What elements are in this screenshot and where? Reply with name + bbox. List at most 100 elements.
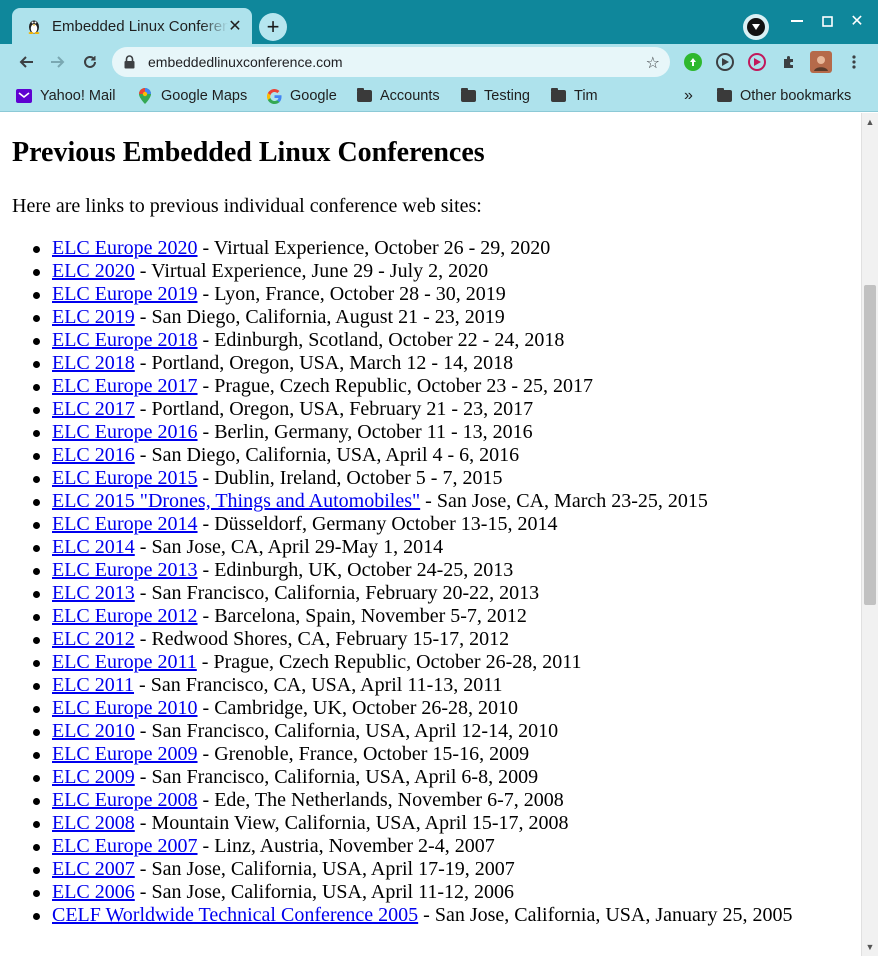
conference-details: - Redwood Shores, CA, February 15-17, 20… [134,628,510,650]
conference-details: - San Diego, California, USA, April 4 - … [134,444,520,466]
scroll-up-arrow-icon[interactable]: ▲ [862,115,878,129]
address-bar[interactable]: embeddedlinuxconference.com ☆ [112,47,670,77]
conference-link[interactable]: ELC Europe 2019 [52,283,198,305]
conference-link[interactable]: ELC Europe 2017 [52,375,198,397]
minimize-icon[interactable] [786,10,808,32]
list-item: ELC Europe 2008 - Ede, The Netherlands, … [33,789,793,812]
conference-details: - Virtual Experience, October 26 - 29, 2… [197,237,551,259]
bookmark-folder-accounts[interactable]: Accounts [356,86,440,106]
conference-link[interactable]: ELC 2011 [52,674,134,696]
list-item: ELC 2008 - Mountain View, California, US… [33,812,793,835]
scrollbar-thumb[interactable] [864,285,876,605]
conference-link[interactable]: ELC 2012 [52,628,135,650]
conference-details: - San Jose, California, USA, January 25,… [418,904,793,926]
forward-button[interactable] [44,48,72,76]
maximize-icon[interactable] [816,10,838,32]
conference-link[interactable]: ELC 2017 [52,398,135,420]
list-item: ELC Europe 2015 - Dublin, Ireland, Octob… [33,467,793,490]
other-bookmarks-folder[interactable]: Other bookmarks [716,86,851,106]
bookmark-label: Yahoo! Mail [40,88,116,104]
list-item: ELC Europe 2007 - Linz, Austria, Novembe… [33,835,793,858]
conference-link[interactable]: ELC 2016 [52,444,135,466]
tab-close-icon[interactable]: ✕ [226,17,244,35]
conference-link[interactable]: ELC 2019 [52,306,135,328]
tux-penguin-icon [26,18,42,34]
list-item: ELC 2020 - Virtual Experience, June 29 -… [33,260,793,283]
extension-green-icon[interactable] [684,53,702,71]
new-tab-button[interactable]: + [259,13,287,41]
vertical-scrollbar[interactable]: ▲ ▼ [861,113,878,956]
conference-link[interactable]: ELC Europe 2010 [52,697,198,719]
conference-link[interactable]: ELC Europe 2011 [52,651,197,673]
tab-title: Embedded Linux Conference [52,17,228,35]
play-extension-icon[interactable] [716,53,734,71]
conference-link[interactable]: ELC Europe 2007 [52,835,198,857]
conference-details: - San Jose, California, USA, April 17-19… [134,858,515,880]
list-item: ELC Europe 2019 - Lyon, France, October … [33,283,793,306]
conference-link[interactable]: ELC 2018 [52,352,135,374]
bookmark-label: Other bookmarks [740,88,852,104]
conference-link[interactable]: ELC Europe 2014 [52,513,198,535]
conference-link[interactable]: CELF Worldwide Technical Conference 2005 [52,904,418,926]
conference-details: - Portland, Oregon, USA, March 12 - 14, … [134,352,514,374]
active-tab[interactable]: Embedded Linux Conference ✕ [12,8,252,44]
conference-link[interactable]: ELC 2007 [52,858,135,880]
conference-details: - Mountain View, California, USA, April … [134,812,569,834]
reload-button[interactable] [76,48,104,76]
list-item: ELC Europe 2020 - Virtual Experience, Oc… [33,237,793,260]
conference-link[interactable]: ELC Europe 2016 [52,421,198,443]
conference-link[interactable]: ELC 2008 [52,812,135,834]
intro-text: Here are links to previous individual co… [12,195,482,217]
conference-link[interactable]: ELC 2013 [52,582,135,604]
bookmarks-overflow-button[interactable]: » [684,86,693,106]
conference-link[interactable]: ELC 2015 "Drones, Things and Automobiles… [52,490,420,512]
url-text[interactable]: embeddedlinuxconference.com [148,54,343,70]
media-control-icon[interactable] [743,14,769,40]
list-item: ELC Europe 2018 - Edinburgh, Scotland, O… [33,329,793,352]
conference-details: - Ede, The Netherlands, November 6-7, 20… [197,789,564,811]
list-item: ELC Europe 2017 - Prague, Czech Republic… [33,375,793,398]
conference-link[interactable]: ELC Europe 2009 [52,743,198,765]
record-extension-icon[interactable] [748,53,766,71]
back-button[interactable] [12,48,40,76]
conference-link[interactable]: ELC Europe 2018 [52,329,198,351]
conference-link[interactable]: ELC Europe 2008 [52,789,198,811]
conference-details: - Grenoble, France, October 15-16, 2009 [197,743,530,765]
bookmark-google[interactable]: Google [266,86,337,106]
bookmark-star-icon[interactable]: ☆ [646,53,660,73]
list-item: ELC 2015 "Drones, Things and Automobiles… [33,490,793,513]
title-bar: Embedded Linux Conference ✕ + ✕ [0,0,878,44]
list-item: ELC 2014 - San Jose, CA, April 29-May 1,… [33,536,793,559]
conference-details: - San Francisco, California, USA, April … [134,720,559,742]
list-item: ELC 2013 - San Francisco, California, Fe… [33,582,793,605]
bookmarks-bar: Yahoo! Mail Google Maps Google Accounts … [0,80,878,112]
bookmark-google-maps[interactable]: Google Maps [137,86,247,106]
bookmark-label: Accounts [380,88,440,104]
conference-details: - San Jose, CA, March 23-25, 2015 [420,490,708,512]
lock-icon[interactable] [124,55,138,69]
bookmark-folder-tim[interactable]: Tim [550,86,598,106]
conference-link[interactable]: ELC 2020 [52,260,135,282]
conference-link[interactable]: ELC Europe 2020 [52,237,198,259]
conference-details: - Edinburgh, UK, October 24-25, 2013 [197,559,514,581]
menu-kebab-icon[interactable] [845,53,863,71]
conference-link[interactable]: ELC 2010 [52,720,135,742]
scroll-down-arrow-icon[interactable]: ▼ [862,940,878,954]
conference-link[interactable]: ELC Europe 2013 [52,559,198,581]
yahoo-icon [16,88,32,104]
conference-link[interactable]: ELC 2014 [52,536,135,558]
bookmark-folder-testing[interactable]: Testing [460,86,530,106]
list-item: ELC 2016 - San Diego, California, USA, A… [33,444,793,467]
conference-details: - Düsseldorf, Germany October 13-15, 201… [197,513,558,535]
conference-link[interactable]: ELC 2009 [52,766,135,788]
close-window-icon[interactable]: ✕ [846,10,868,32]
conference-details: - Berlin, Germany, October 11 - 13, 2016 [197,421,533,443]
conference-link[interactable]: ELC Europe 2012 [52,605,198,627]
conference-details: - Edinburgh, Scotland, October 22 - 24, … [197,329,565,351]
user-avatar-icon[interactable] [810,51,832,73]
extensions-puzzle-icon[interactable] [780,53,798,71]
conference-link[interactable]: ELC 2006 [52,881,135,903]
list-item: ELC Europe 2012 - Barcelona, Spain, Nove… [33,605,793,628]
conference-link[interactable]: ELC Europe 2015 [52,467,198,489]
bookmark-yahoo-mail[interactable]: Yahoo! Mail [16,86,116,106]
